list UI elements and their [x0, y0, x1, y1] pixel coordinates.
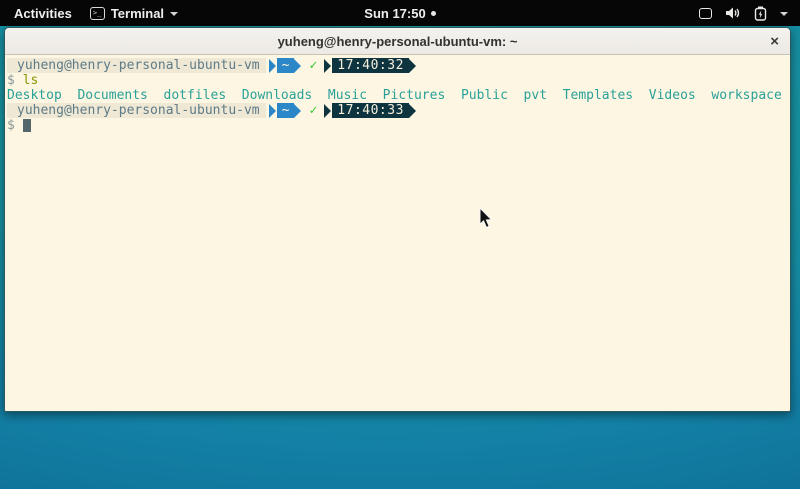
- directory-entry: Videos: [649, 88, 696, 103]
- powerline-arrow-icon: [409, 104, 416, 118]
- terminal-window: yuheng@henry-personal-ubuntu-vm: ~ × yuh…: [4, 27, 791, 412]
- prompt-time-segment: 17:40:32: [324, 58, 416, 73]
- chevron-down-icon: [170, 12, 178, 16]
- status-check-icon: ✓: [309, 103, 317, 118]
- powerline-arrow-icon: [324, 104, 331, 118]
- prompt-line-1: yuheng@henry-personal-ubuntu-vm ~ ✓ 17:4…: [7, 58, 788, 73]
- prompt-line-2: yuheng@henry-personal-ubuntu-vm ~ ✓ 17:4…: [7, 103, 788, 118]
- screen-share-icon: [699, 8, 712, 19]
- chevron-down-icon: [780, 12, 788, 16]
- prompt-char: $: [7, 118, 15, 133]
- powerline-arrow-icon: [294, 59, 301, 73]
- prompt-time-segment: 17:40:33: [324, 103, 416, 118]
- directory-entry: Desktop: [7, 88, 62, 103]
- battery-charging-icon: [754, 6, 767, 21]
- text-cursor: [23, 119, 31, 132]
- prompt-cwd: ~: [277, 103, 295, 118]
- directory-entry: pvt: [524, 88, 547, 103]
- desktop: Activities >_ Terminal Sun 17:50: [0, 0, 800, 489]
- active-input-line[interactable]: $: [7, 118, 788, 133]
- directory-entry: Templates: [563, 88, 633, 103]
- prompt-cwd: ~: [277, 58, 295, 73]
- prompt-cwd-segment: ~: [269, 58, 302, 73]
- powerline-arrow-icon: [269, 104, 276, 118]
- window-title: yuheng@henry-personal-ubuntu-vm: ~: [5, 34, 790, 49]
- directory-entry: Downloads: [242, 88, 312, 103]
- prompt-cwd-segment: ~: [269, 103, 302, 118]
- terminal-content[interactable]: yuheng@henry-personal-ubuntu-vm ~ ✓ 17:4…: [5, 55, 790, 411]
- directory-entry: Documents: [77, 88, 147, 103]
- prompt-user-host: yuheng@henry-personal-ubuntu-vm: [7, 103, 266, 118]
- app-menu-terminal[interactable]: >_ Terminal: [90, 6, 178, 21]
- directory-entry: dotfiles: [164, 88, 227, 103]
- powerline-arrow-icon: [269, 59, 276, 73]
- status-check-icon: ✓: [309, 58, 317, 73]
- typed-command: ls: [23, 73, 39, 88]
- ls-output-line: Desktop Documents dotfiles Downloads Music Pi…: [7, 88, 788, 103]
- notification-dot-icon: [431, 11, 436, 16]
- activities-button[interactable]: Activities: [10, 4, 76, 23]
- command-line: $ ls: [7, 73, 788, 88]
- directory-entry: Pictures: [383, 88, 446, 103]
- directory-entry: Music: [328, 88, 367, 103]
- gnome-top-bar: Activities >_ Terminal Sun 17:50: [0, 0, 800, 26]
- system-status-area[interactable]: [699, 6, 800, 21]
- powerline-arrow-icon: [324, 59, 331, 73]
- directory-entry: Public: [461, 88, 508, 103]
- app-menu-label: Terminal: [111, 6, 164, 21]
- prompt-user-host: yuheng@henry-personal-ubuntu-vm: [7, 58, 266, 73]
- powerline-arrow-icon: [409, 59, 416, 73]
- prompt-char: $: [7, 73, 15, 88]
- terminal-titlebar[interactable]: yuheng@henry-personal-ubuntu-vm: ~ ×: [5, 28, 790, 55]
- close-icon[interactable]: ×: [770, 34, 779, 49]
- clock[interactable]: Sun 17:50: [364, 6, 425, 21]
- volume-icon: [725, 6, 741, 20]
- prompt-time: 17:40:33: [332, 103, 409, 118]
- prompt-time: 17:40:32: [332, 58, 409, 73]
- terminal-icon: >_: [90, 7, 105, 20]
- powerline-arrow-icon: [294, 104, 301, 118]
- mouse-cursor-icon: [479, 208, 493, 229]
- directory-entry: workspace: [711, 88, 781, 103]
